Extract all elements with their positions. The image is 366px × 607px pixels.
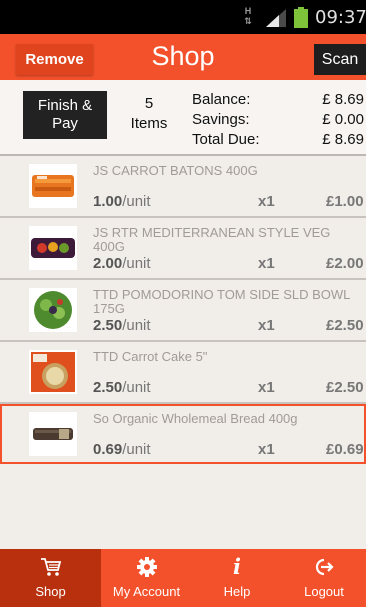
basket-list: JS CARROT BATONS 400G 1.00/unit x1 £1.00… bbox=[0, 156, 366, 464]
basket-item[interactable]: TTD POMODORINO TOM SIDE SLD BOWL 175G 2.… bbox=[0, 280, 366, 342]
basket-item[interactable]: JS CARROT BATONS 400G 1.00/unit x1 £1.00 bbox=[0, 156, 366, 218]
nav-my-account[interactable]: My Account bbox=[101, 549, 192, 607]
battery-icon bbox=[294, 7, 308, 28]
quantity: x1 bbox=[258, 317, 275, 334]
basket-item-selected[interactable]: So Organic Wholemeal Bread 400g 0.69/uni… bbox=[0, 404, 366, 464]
unit-price: 0.69/unit bbox=[93, 441, 151, 458]
basket-item[interactable]: JS RTR MEDITERRANEAN STYLE VEG 400G 2.00… bbox=[0, 218, 366, 280]
network-type-icon: H ⇅ bbox=[244, 6, 252, 26]
nav-label: Shop bbox=[35, 584, 66, 599]
quantity: x1 bbox=[258, 255, 275, 272]
basket-item[interactable]: TTD Carrot Cake 5" 2.50/unit x1 £2.50 bbox=[0, 342, 366, 404]
nav-label: Help bbox=[223, 584, 251, 599]
bottom-nav: Shop My Account i Help Logout bbox=[0, 549, 366, 607]
unit-price: 1.00/unit bbox=[93, 193, 151, 210]
basket-summary: Finish & Pay 5 Items Balance: £ 8.69 Sav… bbox=[0, 80, 366, 156]
balance-label: Balance: bbox=[192, 91, 251, 108]
finish-label-line2: Pay bbox=[52, 115, 78, 132]
totals: Balance: £ 8.69 Savings: £ 0.00 Total Du… bbox=[192, 90, 364, 150]
carrot-cake-image bbox=[29, 350, 77, 394]
total-due-label: Total Due: bbox=[192, 131, 260, 148]
nav-logout[interactable]: Logout bbox=[282, 549, 366, 607]
header-bar: Remove Shop Scan bbox=[0, 34, 366, 80]
line-total: £2.00 bbox=[326, 255, 364, 272]
gear-icon bbox=[136, 557, 157, 577]
product-thumbnail bbox=[29, 412, 77, 456]
scan-button[interactable]: Scan bbox=[314, 44, 366, 75]
total-due-value: £ 8.69 bbox=[322, 131, 364, 148]
info-icon: i bbox=[233, 554, 241, 579]
product-thumbnail bbox=[29, 350, 77, 394]
salad-bowl-image bbox=[29, 288, 77, 332]
product-name: So Organic Wholemeal Bread 400g bbox=[93, 411, 298, 426]
savings-row: Savings: £ 0.00 bbox=[192, 110, 364, 130]
nav-label: My Account bbox=[112, 584, 181, 599]
total-due-row: Total Due: £ 8.69 bbox=[192, 130, 364, 150]
nav-label: Logout bbox=[304, 584, 344, 599]
logout-icon bbox=[315, 558, 334, 576]
unit-price: 2.50/unit bbox=[93, 317, 151, 334]
line-total: £1.00 bbox=[326, 193, 364, 210]
product-name: TTD Carrot Cake 5" bbox=[93, 349, 208, 364]
clock: 09:37 bbox=[315, 7, 366, 28]
product-thumbnail bbox=[29, 288, 77, 332]
balance-row: Balance: £ 8.69 bbox=[192, 90, 364, 110]
unit-price: 2.50/unit bbox=[93, 379, 151, 396]
product-name: JS CARROT BATONS 400G bbox=[93, 163, 258, 178]
nav-shop[interactable]: Shop bbox=[0, 549, 101, 607]
signal-icon bbox=[266, 9, 286, 27]
savings-value: £ 0.00 bbox=[322, 111, 364, 128]
items-count-label: Items bbox=[130, 115, 168, 132]
bread-loaf-image bbox=[29, 412, 77, 456]
line-total: £2.50 bbox=[326, 317, 364, 334]
finish-label-line1: Finish & bbox=[37, 97, 93, 114]
savings-label: Savings: bbox=[192, 111, 250, 128]
unit-price: 2.00/unit bbox=[93, 255, 151, 272]
status-bar: H ⇅ 09:37 bbox=[0, 0, 366, 34]
items-count: 5 Items bbox=[125, 94, 173, 134]
mediterranean-veg-image bbox=[29, 226, 77, 270]
cart-icon bbox=[40, 558, 61, 576]
product-name: TTD POMODORINO TOM SIDE SLD BOWL 175G bbox=[93, 287, 350, 316]
quantity: x1 bbox=[258, 193, 275, 210]
balance-value: £ 8.69 bbox=[322, 91, 364, 108]
quantity: x1 bbox=[258, 441, 275, 458]
line-total: £2.50 bbox=[326, 379, 364, 396]
product-name: JS RTR MEDITERRANEAN STYLE VEG 400G bbox=[93, 225, 331, 254]
items-count-value: 5 bbox=[144, 95, 154, 112]
carrot-batons-image bbox=[29, 164, 77, 208]
nav-help[interactable]: i Help bbox=[192, 549, 282, 607]
finish-and-pay-button[interactable]: Finish & Pay bbox=[23, 91, 107, 139]
quantity: x1 bbox=[258, 379, 275, 396]
page-title: Shop bbox=[151, 41, 215, 71]
product-thumbnail bbox=[29, 164, 77, 208]
product-thumbnail bbox=[29, 226, 77, 270]
line-total: £0.69 bbox=[326, 441, 364, 458]
